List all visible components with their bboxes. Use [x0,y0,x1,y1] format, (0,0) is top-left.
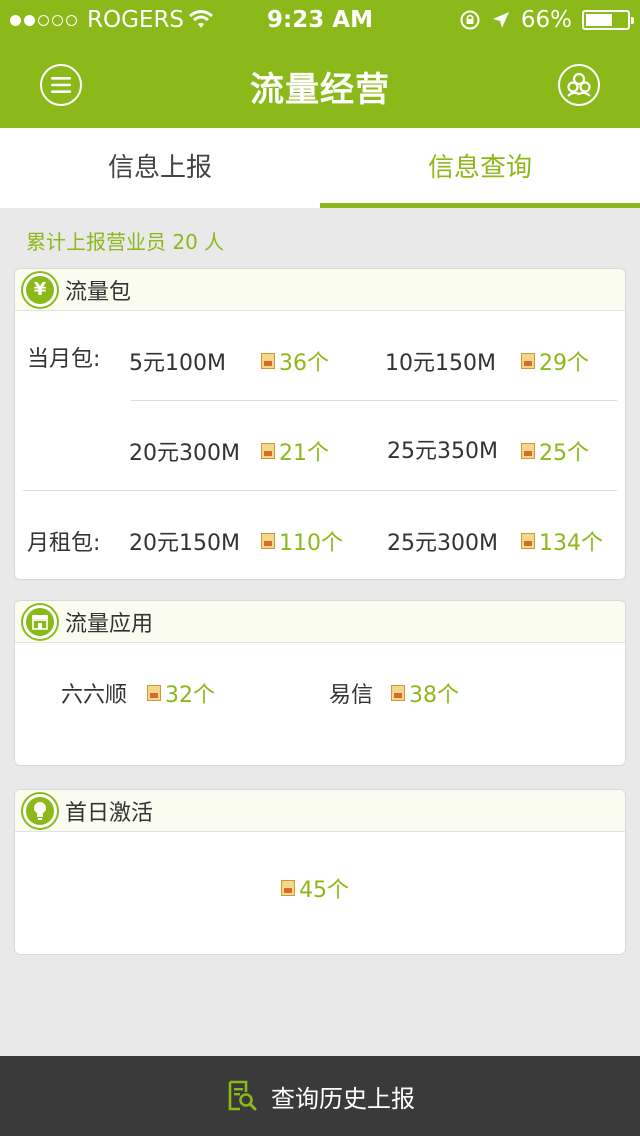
count-value: 45个 [299,878,349,903]
card-title: 流量包 [65,279,132,305]
package-name: 10元150M [385,351,496,376]
divider [23,490,617,491]
battery-percent: 66% [520,7,572,33]
package-name: 5元100M [129,351,226,376]
tab-report[interactable]: 信息上报 [0,128,320,208]
traffic-app-card: 流量应用 六六顺 32个 易信 38个 [14,600,626,766]
battery-icon [582,10,634,30]
count-value: 134个 [539,531,603,556]
yuan-icon: ¥ [23,272,57,307]
user-group-icon [567,72,591,97]
image-icon [521,443,535,459]
rotation-lock-icon [460,10,480,30]
package-name: 20元150M [129,531,240,556]
count-value: 25个 [539,441,589,466]
app-name: 六六顺 [61,683,128,708]
package-count[interactable]: 25个 [521,435,589,467]
app-count[interactable]: 32个 [147,677,215,709]
store-icon [23,604,57,639]
location-arrow-icon [492,12,509,28]
divider [131,400,617,401]
tab-bar: 信息上报 信息查询 [0,128,640,208]
package-name: 20元300M [129,441,240,466]
image-icon [147,685,161,701]
image-icon [261,443,275,459]
count-value: 38个 [409,683,459,708]
tab-query[interactable]: 信息查询 [320,128,640,208]
history-report-label: 查询历史上报 [271,1084,415,1113]
nav-bar: 流量经营 [0,40,640,128]
package-name: 25元350M [387,439,498,464]
package-name: 25元300M [387,531,498,556]
package-count[interactable]: 110个 [261,525,343,557]
card-title: 首日激活 [65,800,154,826]
package-count[interactable]: 134个 [521,525,603,557]
image-icon [261,353,275,369]
page-title: 流量经营 [250,70,390,110]
image-icon [521,353,535,369]
app-name: 易信 [329,683,374,708]
first-day-activation-card: 首日激活 45个 [14,789,626,955]
image-icon [391,685,405,701]
card-title: 流量应用 [65,611,154,637]
count-value: 21个 [279,441,329,466]
card-header: 首日激活 [15,790,625,832]
count-value: 36个 [279,351,329,376]
image-icon [261,533,275,549]
lightbulb-icon [23,793,57,828]
status-right: 66% [459,7,634,33]
rental-package-label: 月租包: [27,531,101,556]
history-report-button[interactable]: 查询历史上报 [0,1056,640,1136]
card-header: 流量应用 [15,601,625,643]
count-value: 29个 [539,351,589,376]
package-count[interactable]: 36个 [261,345,329,377]
card-header: ¥ 流量包 [15,269,625,311]
app-count[interactable]: 38个 [391,677,459,709]
count-value: 110个 [279,531,343,556]
package-count[interactable]: 29个 [521,345,589,377]
store-shape [32,614,48,630]
image-icon [521,533,535,549]
package-count[interactable]: 21个 [261,435,329,467]
status-bar: ROGERS 9:23 AM 66% [0,0,640,40]
image-icon [281,880,295,896]
document-search-icon [228,1080,257,1111]
user-group-button[interactable] [558,64,600,106]
battery-fill [586,14,613,26]
lightbulb-shape [34,801,46,820]
traffic-package-card: ¥ 流量包 当月包: 5元100M 36个 10元150M 29个 20元300… [14,268,626,580]
count-value: 32个 [165,683,215,708]
activation-count[interactable]: 45个 [281,872,349,904]
summary-text: 累计上报营业员 20 人 [26,230,225,254]
monthly-package-label: 当月包: [27,347,101,372]
